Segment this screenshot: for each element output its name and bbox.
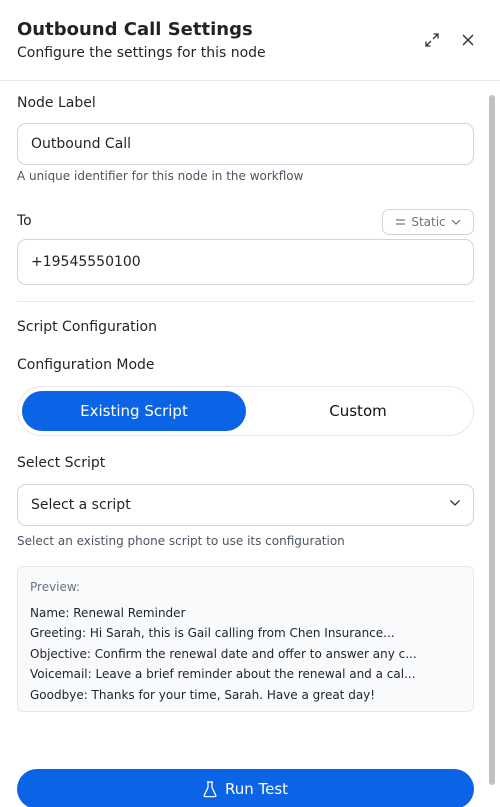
scrollbar[interactable]: [489, 95, 495, 785]
preview-line-goodbye: Goodbye: Thanks for your time, Sarah. Ha…: [30, 687, 376, 702]
chevron-down-icon: [451, 219, 461, 225]
config-mode-label: Configuration Mode: [17, 357, 155, 373]
static-mode-label: Static: [411, 215, 446, 229]
config-mode-toggle: Existing Script Custom: [17, 386, 474, 436]
equals-icon: [396, 219, 406, 225]
run-test-button[interactable]: Run Test: [17, 769, 474, 807]
expand-button[interactable]: [422, 30, 442, 50]
preview-line-voicemail: Voicemail: Leave a brief reminder about …: [30, 667, 416, 682]
select-script-dropdown[interactable]: Select a script: [17, 484, 474, 526]
section-divider: [17, 301, 474, 302]
existing-script-tab[interactable]: Existing Script: [22, 391, 246, 431]
close-button[interactable]: [458, 30, 478, 50]
preview-line-objective: Objective: Confirm the renewal date and …: [30, 646, 417, 661]
node-label-help: A unique identifier for this node in the…: [17, 169, 304, 183]
to-phone-input[interactable]: +19545550100: [17, 239, 474, 285]
preview-heading: Preview:: [30, 580, 81, 594]
run-test-label: Run Test: [224, 780, 289, 798]
close-icon: [462, 34, 474, 46]
static-mode-button[interactable]: Static: [382, 209, 474, 235]
preview-line-name: Name: Renewal Reminder: [30, 606, 186, 620]
select-script-help: Select an existing phone script to use i…: [17, 534, 345, 548]
panel-subtitle: Configure the settings for this node: [17, 45, 266, 61]
node-label-input[interactable]: Outbound Call: [17, 123, 474, 165]
node-label-title: Node Label: [17, 95, 96, 111]
panel-header: Outbound Call Settings Configure the set…: [0, 0, 500, 81]
script-preview: Preview: Name: Renewal Reminder Greeting…: [17, 566, 474, 712]
select-script-value: Select a script: [31, 497, 131, 513]
custom-tab[interactable]: Custom: [246, 391, 470, 431]
script-config-title: Script Configuration: [17, 319, 157, 335]
panel-title: Outbound Call Settings: [17, 19, 253, 40]
expand-icon: [425, 33, 439, 47]
to-label: To: [17, 213, 32, 229]
select-script-label: Select Script: [17, 455, 106, 471]
flask-icon: [203, 780, 217, 797]
preview-line-greeting: Greeting: Hi Sarah, this is Gail calling…: [30, 626, 395, 641]
chevron-down-icon: [450, 500, 460, 506]
